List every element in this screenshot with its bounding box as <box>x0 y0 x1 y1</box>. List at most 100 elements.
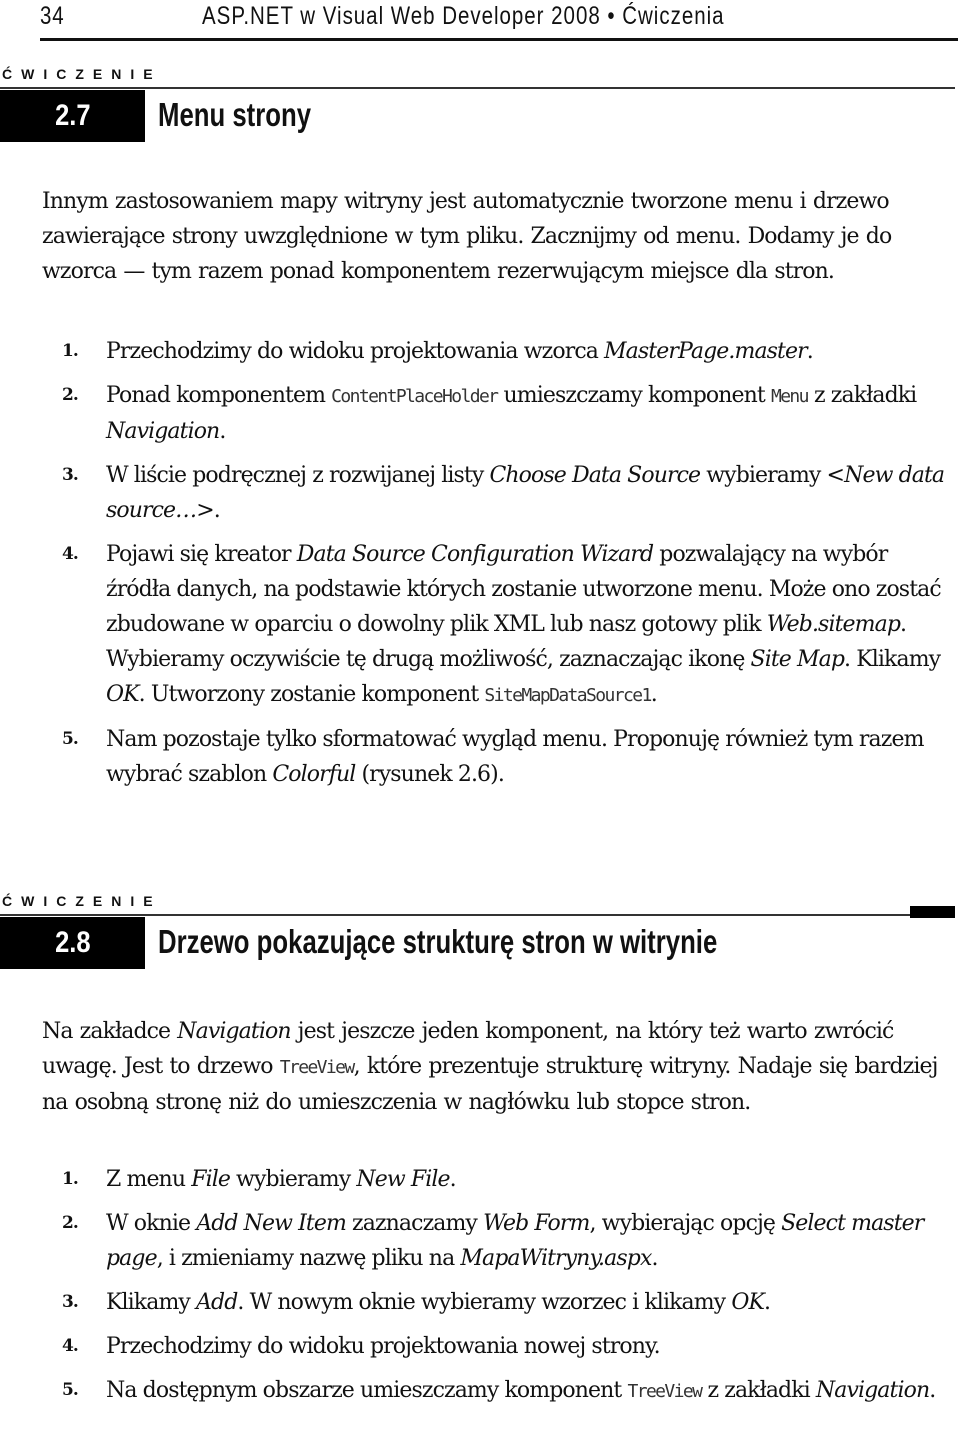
list-item: 1. Z menu File wybieramy New File. <box>62 1162 957 1197</box>
italic-term: Colorful <box>272 762 356 787</box>
step-number: 4. <box>62 1336 79 1356</box>
exercise-intro: Na zakładce Navigation jest jeszcze jede… <box>42 1014 957 1120</box>
text-run: , wybierając opcję <box>589 1211 782 1236</box>
list-item: 5. Nam pozostaje tylko sformatować wygląd… <box>62 722 957 792</box>
step-text: Nam pozostaje tylko sformatować wygląd m… <box>106 722 957 792</box>
text-run: Na dostępnym obszarze umieszczamy kompon… <box>106 1378 628 1403</box>
italic-term: Navigation <box>177 1019 291 1044</box>
text-run: Ponad komponentem <box>106 383 332 408</box>
exercise-steps: 1. Przechodzimy do widoku projektowania w… <box>62 334 957 792</box>
text-run: . Klikamy <box>844 647 941 672</box>
text-run: z zakładki <box>701 1378 816 1403</box>
step-number: 3. <box>62 1292 79 1312</box>
list-item: 1. Przechodzimy do widoku projektowania w… <box>62 334 957 369</box>
text-run: . <box>219 419 226 444</box>
book-page: 34 ASP.NET w Visual Web Developer 2008 •… <box>0 0 960 1443</box>
exercise-tab-marker <box>910 906 955 918</box>
step-number: 1. <box>62 1169 79 1189</box>
exercise-steps: 1. Z menu File wybieramy New File. 2. W okn… <box>62 1162 957 1409</box>
list-item: 4. Przechodzimy do widoku projektowania n… <box>62 1329 957 1364</box>
list-item: 3. W liście podręcznej z rozwijanej listy… <box>62 458 957 528</box>
text-run: Na zakładce <box>42 1019 178 1044</box>
list-item: 2. Ponad komponentem ContentPlaceHolder u… <box>62 378 957 449</box>
text-run: Przechodzimy do widoku projektowania wzo… <box>106 339 605 364</box>
exercise-number-box: 2.8 <box>0 917 145 969</box>
text-run: (rysunek 2.6). <box>355 762 504 787</box>
italic-term: Navigation <box>815 1378 930 1403</box>
text-run: >. <box>196 498 221 523</box>
text-run: . Utworzony zostanie komponent <box>138 682 485 707</box>
italic-term: Web Form <box>483 1211 590 1236</box>
text-run: Nam pozostaje tylko sformatować wygląd m… <box>106 727 924 787</box>
code-term: Menu <box>770 386 810 407</box>
exercise-title: Drzewo pokazujące strukturę stron w witr… <box>158 923 718 960</box>
italic-term: OK <box>731 1290 765 1315</box>
running-head: 34 ASP.NET w Visual Web Developer 2008 •… <box>40 0 958 41</box>
code-term: SiteMapDataSource1 <box>484 685 652 706</box>
text-run: W liście podręcznej z rozwijanej listy <box>106 463 490 488</box>
step-text: Na dostępnym obszarze umieszczamy kompon… <box>106 1373 957 1409</box>
book-title: ASP.NET w Visual Web Developer 2008 • Ćw… <box>202 2 725 30</box>
exercise-title: Menu strony <box>158 96 312 133</box>
text-run: Przechodzimy do widoku projektowania now… <box>106 1334 661 1359</box>
italic-term: OK <box>106 682 140 707</box>
step-text: Pojawi się kreator Data Source Configura… <box>106 537 957 713</box>
step-text: W liście podręcznej z rozwijanej listy C… <box>106 458 957 528</box>
exercise-number: 2.8 <box>54 926 91 959</box>
text-run: Pojawi się kreator <box>106 542 297 567</box>
text-run: , i zmieniamy nazwę pliku na <box>156 1246 461 1271</box>
step-number: 3. <box>62 465 79 485</box>
page-number: 34 <box>40 2 65 30</box>
exercise-number-box: 2.7 <box>0 90 145 142</box>
exercise-intro: Innym zastosowaniem mapy witryny jest au… <box>42 184 957 289</box>
italic-term: New File <box>356 1167 450 1192</box>
code-term: TreeView <box>627 1381 703 1402</box>
step-text: Klikamy Add. W nowym oknie wybieramy wzo… <box>106 1285 957 1320</box>
step-number: 5. <box>62 1380 79 1400</box>
exercise-rule <box>0 87 955 89</box>
text-run: z zakładki <box>807 383 917 408</box>
text-run: Klikamy <box>106 1290 197 1315</box>
list-item: 2. W oknie Add New Item zaznaczamy Web Fo… <box>62 1206 957 1276</box>
step-text: Ponad komponentem ContentPlaceHolder umi… <box>106 378 957 449</box>
step-text: Przechodzimy do widoku projektowania wzo… <box>106 334 957 369</box>
text-run: wybieramy <box>229 1167 357 1192</box>
text-run: . <box>449 1167 457 1192</box>
text-run: umieszczamy komponent <box>497 383 771 408</box>
italic-term: MapaWitryny.aspx <box>460 1246 652 1271</box>
italic-term: Web.sitemap <box>766 612 901 637</box>
text-run: . <box>650 682 658 707</box>
step-number: 4. <box>62 544 79 564</box>
step-number: 1. <box>62 341 79 361</box>
italic-term: Add <box>196 1290 238 1315</box>
exercise-label: ĆWICZENIE <box>2 66 162 82</box>
list-item: 4. Pojawi się kreator Data Source Configu… <box>62 537 957 713</box>
exercise-label: ĆWICZENIE <box>2 893 162 909</box>
text-run: . <box>929 1378 936 1403</box>
italic-term: File <box>191 1167 231 1192</box>
text-run: . W nowym oknie wybieramy wzorzec i klik… <box>237 1290 732 1315</box>
italic-term: Navigation <box>106 419 220 444</box>
italic-term: Choose Data Source <box>489 463 701 488</box>
italic-term: Data Source Configuration Wizard <box>296 542 654 567</box>
step-number: 2. <box>62 1213 79 1233</box>
exercise-number: 2.7 <box>54 99 91 132</box>
step-text: Z menu File wybieramy New File. <box>106 1162 957 1197</box>
code-term: TreeView <box>279 1057 356 1078</box>
list-item: 5. Na dostępnym obszarze umieszczamy komp… <box>62 1373 957 1409</box>
text-run: Innym zastosowaniem mapy witryny jest au… <box>42 189 892 284</box>
text-run: Z menu <box>106 1167 192 1192</box>
italic-term: Site Map <box>750 647 845 672</box>
step-text: W oknie Add New Item zaznaczamy Web Form… <box>106 1206 957 1276</box>
text-run: . <box>651 1246 658 1271</box>
list-item: 3. Klikamy Add. W nowym oknie wybieramy w… <box>62 1285 957 1320</box>
text-run: . <box>763 1290 771 1315</box>
text-run: wybieramy < <box>700 463 845 488</box>
italic-term: Add New Item <box>196 1211 347 1236</box>
step-number: 2. <box>62 385 79 405</box>
text-run: W oknie <box>106 1211 197 1236</box>
text-run: . <box>806 339 814 364</box>
italic-term: MasterPage.master <box>604 339 808 364</box>
step-text: Przechodzimy do widoku projektowania now… <box>106 1329 957 1364</box>
text-run: zaznaczamy <box>345 1211 484 1236</box>
